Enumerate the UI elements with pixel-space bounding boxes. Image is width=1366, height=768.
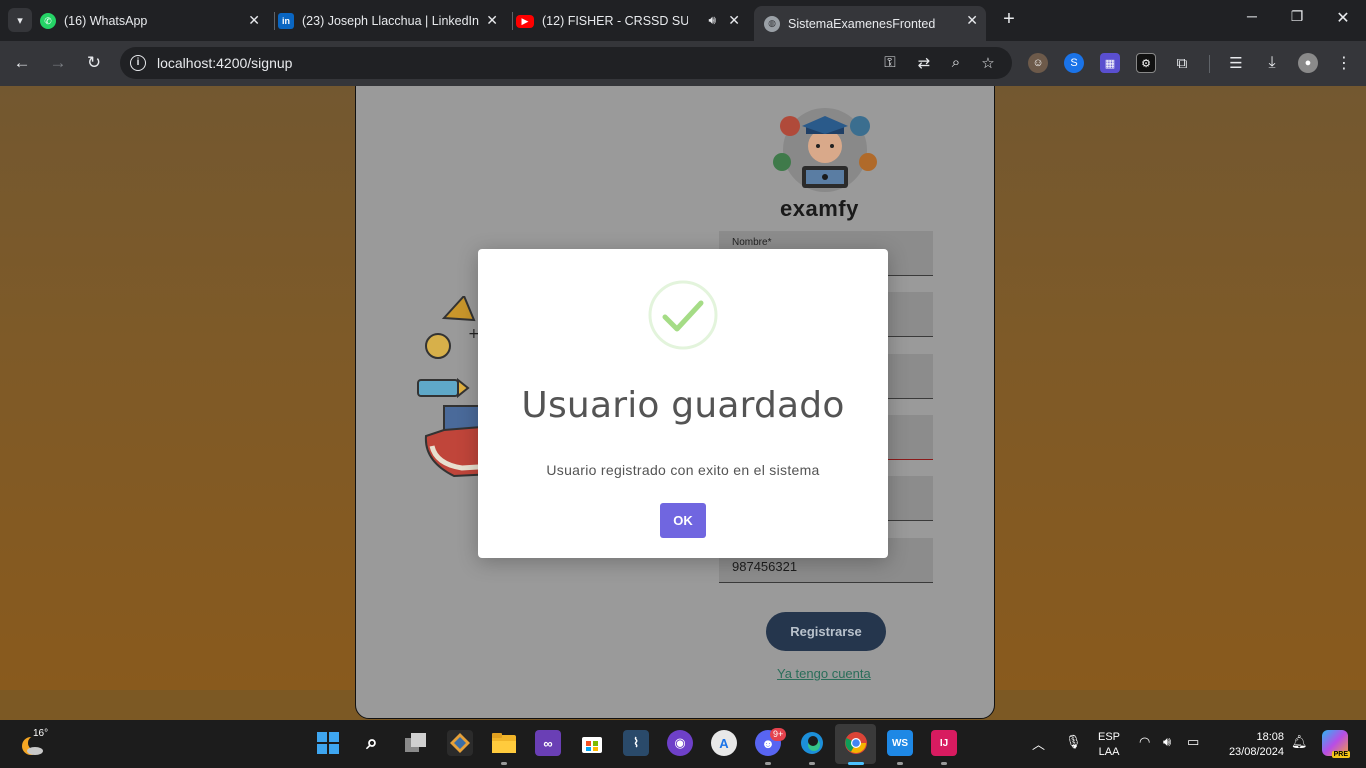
site-info-icon[interactable]: i xyxy=(130,55,146,71)
tab-strip: ▾ ✆ (16) WhatsApp ✕ in (23) Joseph Llacc… xyxy=(0,0,1366,41)
menu-kebab-icon[interactable]: ⋮ xyxy=(1334,53,1354,73)
restore-button[interactable]: ❐ xyxy=(1282,8,1312,25)
edge-icon[interactable] xyxy=(799,730,825,756)
media-queue-icon[interactable]: ☰ xyxy=(1226,53,1246,73)
new-tab-button[interactable]: + xyxy=(997,8,1021,31)
discord-notification-badge: 9+ xyxy=(770,728,787,741)
register-button[interactable]: Registrarse xyxy=(766,612,886,651)
chevron-up-icon[interactable]: ︿ xyxy=(1032,734,1045,753)
mysql-workbench-icon[interactable]: ⌇ xyxy=(623,730,649,756)
speaker-icon[interactable]: 🔊︎ xyxy=(708,13,716,28)
visual-studio-icon[interactable]: ∞ xyxy=(535,730,561,756)
shazam-icon[interactable]: S xyxy=(1064,53,1084,73)
ok-button[interactable]: OK xyxy=(660,503,706,538)
tab-linkedin[interactable]: in (23) Joseph Llacchua | LinkedIn ✕ xyxy=(278,6,506,36)
linkedin-icon: in xyxy=(278,13,294,29)
field-value[interactable]: 987456321 xyxy=(732,559,797,574)
start-windows-icon[interactable] xyxy=(315,730,341,756)
copilot-icon[interactable]: PRE xyxy=(1322,730,1350,758)
translate-icon[interactable]: ⇄ xyxy=(914,54,934,72)
tab-title: (23) Joseph Llacchua | LinkedIn xyxy=(302,14,479,28)
microsoft-store-icon[interactable] xyxy=(579,730,605,756)
volume-icon[interactable]: 🔊︎ xyxy=(1163,734,1171,750)
notification-bell-icon[interactable]: 🔔︎ xyxy=(1291,734,1308,750)
task-view-icon[interactable] xyxy=(403,730,429,756)
temperature-text: 16° xyxy=(32,728,50,739)
clock[interactable]: 18:08 23/08/2024 xyxy=(1218,730,1284,760)
chrome-icon[interactable] xyxy=(843,730,869,756)
microphone-icon[interactable]: 🎙︎ xyxy=(1065,734,1082,750)
address-bar[interactable]: i localhost:4200/signup ⚿ ⇄ ⌕ ☆ xyxy=(120,47,1012,79)
zoom-icon[interactable]: ⌕ xyxy=(946,54,966,71)
extensions-puzzle-icon[interactable]: ⧉ xyxy=(1172,53,1192,73)
close-icon[interactable]: ✕ xyxy=(486,12,498,29)
bookmark-star-icon[interactable]: ☆ xyxy=(978,54,998,72)
close-icon[interactable]: ✕ xyxy=(966,12,978,29)
whatsapp-icon: ✆ xyxy=(40,13,56,29)
reload-button[interactable]: ↻ xyxy=(82,53,106,73)
success-check-icon xyxy=(648,280,718,350)
close-icon[interactable]: ✕ xyxy=(728,12,740,29)
sourcetree-icon[interactable] xyxy=(447,730,473,756)
url-text[interactable]: localhost:4200/signup xyxy=(157,55,292,71)
copilot-badge: PRE xyxy=(1331,751,1350,758)
wifi-icon[interactable]: ◠ xyxy=(1139,734,1150,750)
extension-avatar-icon[interactable]: ☺ xyxy=(1028,53,1048,73)
browser-toolbar: ← → ↻ i localhost:4200/signup ⚿ ⇄ ⌕ ☆ ☺ … xyxy=(0,41,1366,86)
file-explorer-icon[interactable] xyxy=(491,730,517,756)
language-code: ESP xyxy=(1098,731,1121,743)
dialog-title: Usuario guardado xyxy=(521,385,845,426)
time-text: 18:08 xyxy=(1256,731,1284,743)
search-icon[interactable]: ⌕ xyxy=(359,730,385,756)
profile-avatar-icon[interactable]: ● xyxy=(1298,53,1318,73)
download-icon[interactable]: ⤓ xyxy=(1262,53,1282,73)
date-text: 23/08/2024 xyxy=(1228,746,1284,758)
extension-gear-icon[interactable]: ⚙ xyxy=(1136,53,1156,73)
success-dialog: Usuario guardado Usuario registrado con … xyxy=(478,249,888,558)
language-indicator[interactable]: ESP LAA xyxy=(1098,730,1120,760)
password-key-icon[interactable]: ⚿ xyxy=(880,54,900,71)
weather-widget[interactable]: 16° xyxy=(20,728,50,757)
tab-whatsapp[interactable]: ✆ (16) WhatsApp ✕ xyxy=(40,6,268,36)
webstorm-icon[interactable]: WS xyxy=(887,730,913,756)
tab-search-button[interactable]: ▾ xyxy=(8,8,32,32)
youtube-icon: ▶ xyxy=(516,14,534,28)
login-link[interactable]: Ya tengo cuenta xyxy=(777,666,871,681)
github-desktop-icon[interactable]: ◉ xyxy=(667,730,693,756)
windows-taskbar: 16° ⌕ ∞ ⌇ ◉ A ☻ 9+ WS IJ ︿ 🎙︎ ESP LAA ◠ … xyxy=(0,720,1366,768)
logo-text: examfy xyxy=(780,196,859,221)
forward-button[interactable]: → xyxy=(46,53,70,73)
android-studio-icon[interactable]: A xyxy=(711,730,737,756)
globe-icon: ◍ xyxy=(764,15,780,32)
intellij-icon[interactable]: IJ xyxy=(931,730,957,756)
minimize-button[interactable]: ─ xyxy=(1237,8,1267,24)
extension-blocks-icon[interactable]: ▦ xyxy=(1100,53,1120,73)
back-button[interactable]: ← xyxy=(10,53,34,73)
tab-sistema-examenes[interactable]: ◍ SistemaExamenesFronted ✕ xyxy=(754,6,986,41)
tab-title: (12) FISHER - CRSSD SUNSE xyxy=(542,14,688,28)
tab-title: SistemaExamenesFronted xyxy=(788,16,936,31)
field-label: Nombre* xyxy=(732,237,772,248)
dialog-message: Usuario registrado con exito en el siste… xyxy=(546,462,820,478)
tab-title: (16) WhatsApp xyxy=(64,14,148,28)
close-icon[interactable]: ✕ xyxy=(248,12,260,29)
battery-icon[interactable]: ▭ xyxy=(1187,734,1199,750)
keyboard-layout: LAA xyxy=(1098,746,1120,758)
tab-youtube[interactable]: ▶ (12) FISHER - CRSSD SUNSE 🔊︎ ✕ xyxy=(516,6,748,36)
close-window-button[interactable]: ✕ xyxy=(1328,8,1358,28)
